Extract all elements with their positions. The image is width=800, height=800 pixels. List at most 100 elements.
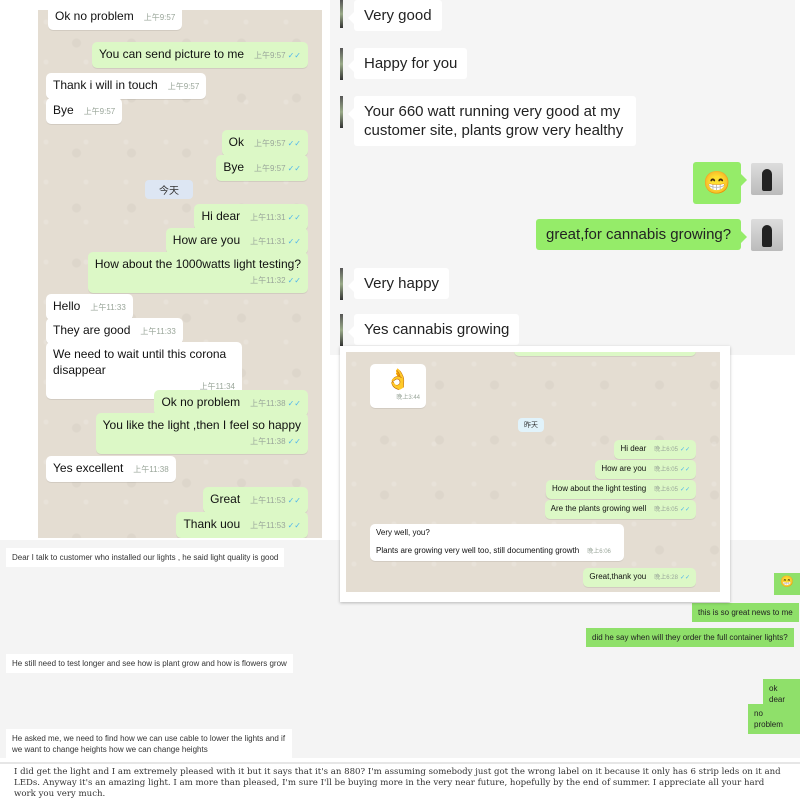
message-time: 上午9:57 — [254, 51, 286, 60]
message-time: 上午9:57 — [254, 139, 286, 148]
message-bubble: You can send picture to me 上午9:57 ✓✓ — [92, 42, 308, 68]
message-bubble: You like the light ,then I feel so happy… — [95, 413, 308, 454]
message-time: 上午11:53 — [250, 496, 286, 505]
read-receipt-icon: ✓✓ — [287, 51, 301, 60]
message-time: 晚上6:05 — [654, 447, 678, 453]
message-text: How about the 1000watts light testing? — [94, 257, 301, 271]
message-time-value: 上午11:32 — [250, 276, 286, 285]
message-bubble: How about the 1000watts light testing? 上午… — [87, 252, 308, 293]
emoji-message: 😁 — [774, 573, 800, 595]
collage: Ok no problem 上午9:57 You can send picture… — [0, 0, 800, 800]
read-receipt-icon: ✓✓ — [287, 521, 301, 530]
day-separator: 今天 — [145, 180, 193, 199]
message-text: Ok no problem — [55, 10, 134, 23]
message-bubble: no problem — [748, 704, 800, 734]
user-avatar — [751, 219, 783, 251]
message-text: Hello — [53, 299, 81, 313]
message-text: Thank uou — [183, 517, 241, 531]
message-bubble: Happy for you — [347, 48, 468, 79]
message-text: How are you — [601, 464, 647, 473]
wechat-chat: Very good Happy for you Your 660 watt ru… — [330, 0, 795, 355]
message-time: 上午9:57 — [83, 107, 116, 116]
read-receipt-icon: ✓✓ — [679, 575, 690, 581]
review-text: I did get the light and I am extremely p… — [14, 767, 781, 799]
read-receipt-icon: ✓✓ — [287, 139, 301, 148]
message-time: 晚上6:06 — [587, 549, 611, 555]
contact-avatar — [340, 0, 343, 28]
message-bubble: How are you 上午11:31 ✓✓ — [165, 228, 308, 254]
message-text: Thank i will in touch — [53, 78, 158, 92]
ok-hand-icon: 👌 — [385, 369, 411, 391]
sticker-message: 👌 晚上3:44 — [370, 364, 426, 408]
message-time: 晚上6:28 — [654, 575, 678, 581]
message-bubble: Great 上午11:53 ✓✓ — [203, 487, 308, 513]
message-time: 上午9:57 — [143, 13, 176, 22]
whatsapp-desktop-frame: 👌 晚上3:44 昨天 Hi dear 晚上6:05 ✓✓ How are you 晚… — [340, 346, 730, 602]
message-bubble: Great,thank you 晚上6:28 ✓✓ — [583, 568, 696, 587]
message-time: 上午11:38 ✓✓ — [113, 434, 301, 450]
message-text: How are you — [172, 233, 241, 247]
message-bubble: Bye 上午9:57 — [46, 98, 123, 124]
message-bubble: How about the light testing 晚上6:05 ✓✓ — [545, 480, 696, 499]
message-time: 晚上3:44 — [396, 395, 420, 401]
message-bubble: Hi dear 上午11:31 ✓✓ — [194, 204, 308, 230]
message-bubble: Yes excellent 上午11:38 — [46, 456, 176, 482]
message-text: Hi dear — [620, 444, 647, 453]
message-bubble: He still need to test longer and see how… — [6, 654, 293, 673]
message-text: Great — [210, 492, 241, 506]
message-bubble: Yes cannabis growing — [347, 314, 520, 345]
message-bubble: Your 660 watt running very good at my cu… — [348, 96, 636, 146]
emoji-message: 😁 — [693, 162, 747, 204]
message-bubble: How are you 晚上6:05 ✓✓ — [595, 460, 696, 479]
message-bubble: Ok no problem 上午9:57 — [48, 10, 183, 30]
message-bubble: Are the plants growing well 晚上6:05 ✓✓ — [544, 500, 696, 519]
message-bubble: Hi dear 晚上6:05 ✓✓ — [614, 440, 696, 459]
read-receipt-icon: ✓✓ — [287, 437, 301, 446]
message-time: 上午9:57 — [254, 164, 286, 173]
whatsapp-phone-chat: Ok no problem 上午9:57 You can send picture… — [38, 10, 322, 538]
message-time-value: 上午11:38 — [250, 437, 286, 446]
message-time: 上午11:38 — [133, 465, 169, 474]
read-receipt-icon: ✓✓ — [287, 213, 301, 222]
message-text: Ok — [228, 135, 245, 149]
message-bubble: Bye 上午9:57 ✓✓ — [216, 155, 308, 181]
message-time: 上午11:32 ✓✓ — [105, 273, 301, 289]
message-text: You can send picture to me — [99, 47, 245, 61]
whatsapp-desktop-chat: 👌 晚上3:44 昨天 Hi dear 晚上6:05 ✓✓ How are you 晚… — [346, 352, 720, 592]
message-bubble: Hello 上午11:33 — [46, 294, 133, 320]
read-receipt-icon: ✓✓ — [679, 487, 690, 493]
message-time: 上午11:33 — [90, 303, 126, 312]
message-text: Are the plants growing well — [550, 504, 647, 513]
read-receipt-icon: ✓✓ — [287, 496, 301, 505]
message-text: Plants are growing very well too, still … — [376, 546, 580, 555]
message-bubble: Very well, you? Plants are growing very … — [370, 524, 624, 561]
read-receipt-icon: ✓✓ — [679, 507, 690, 513]
message-bubble: He asked me, we need to find how we can … — [6, 729, 292, 758]
message-text: We need to wait until this corona disapp… — [53, 347, 227, 377]
read-receipt-icon: ✓✓ — [287, 399, 301, 408]
day-separator: 昨天 — [518, 418, 544, 432]
message-text: Very well, you? — [376, 528, 430, 537]
user-avatar — [751, 163, 783, 195]
message-time: 晚上6:05 — [654, 507, 678, 513]
message-text: Great,thank you — [589, 572, 647, 581]
contact-avatar — [340, 314, 343, 346]
message-time: 上午11:31 — [250, 237, 286, 246]
contact-avatar — [340, 48, 343, 80]
message-text: Ok no problem — [161, 395, 241, 409]
message-bubble: this is so great news to me — [692, 603, 799, 622]
read-receipt-icon: ✓✓ — [679, 447, 690, 453]
message-text: You like the light ,then I feel so happy — [102, 418, 301, 432]
message-time: 晚上6:05 — [654, 467, 678, 473]
read-receipt-icon: ✓✓ — [287, 237, 301, 246]
read-receipt-icon: ✓✓ — [679, 467, 690, 473]
read-receipt-icon: ✓✓ — [287, 276, 301, 285]
message-bubble: Thank i will in touch 上午9:57 — [46, 73, 207, 99]
message-bubble: Thank uou 上午11:53 ✓✓ — [176, 512, 308, 538]
message-bubble: Ok 上午9:57 ✓✓ — [221, 130, 308, 156]
customer-review: I did get the light and I am extremely p… — [0, 762, 800, 800]
contact-avatar — [340, 96, 343, 128]
message-bubble — [514, 352, 696, 356]
message-bubble: great,for cannabis growing? — [536, 219, 748, 250]
message-text: How about the light testing — [551, 484, 647, 493]
